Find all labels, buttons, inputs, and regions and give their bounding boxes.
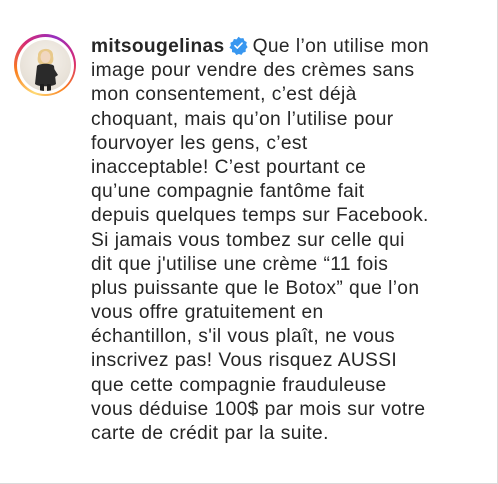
profile-person-icon xyxy=(34,48,58,91)
post-caption: mitsougelinas Que l’on utilise mon image … xyxy=(91,35,489,446)
caption-line-11: plus puissante que le Botox” que l’on xyxy=(91,277,420,299)
caption-line-5: fourvoyer les gens, c’est xyxy=(91,132,308,154)
verified-badge-icon xyxy=(228,36,248,55)
caption-text: Que l’on utilise mon xyxy=(252,36,429,57)
caption-line-15: que cette compagnie frauduleuse xyxy=(91,374,387,396)
caption-line-1: mitsougelinas Que l’on utilise mon xyxy=(91,35,489,59)
caption-line-9: Si jamais vous tombez sur celle qui xyxy=(91,229,405,251)
caption-line-2: image pour vendre des crèmes sans xyxy=(91,60,415,82)
avatar[interactable] xyxy=(14,34,76,96)
caption-line-3: mon consentement, c’est déjà xyxy=(91,84,357,106)
caption-line-10: dit que j'utilise une crème “11 fois xyxy=(91,253,389,275)
caption-line-16: vous déduise 100$ par mois sur votre xyxy=(91,398,426,420)
caption-line-12: vous offre gratuitement en xyxy=(91,302,324,324)
comment-panel: mitsougelinas Que l’on utilise mon image … xyxy=(0,0,498,484)
caption-line-4: choquant, mais qu’on l’utilise pour xyxy=(91,108,394,130)
caption-line-6: inacceptable! C’est pourtant ce xyxy=(91,156,367,178)
profile-photo xyxy=(19,39,71,91)
caption-line-14: inscrivez pas! Vous risquez AUSSI xyxy=(91,350,398,372)
username-link[interactable]: mitsougelinas xyxy=(91,36,225,57)
caption-line-8: depuis quelques temps sur Facebook. xyxy=(91,205,429,227)
caption-line-7: qu’une compagnie fantôme fait xyxy=(91,181,365,203)
story-ring-gap xyxy=(16,36,74,94)
caption-line-13: échantillon, s'il vous plaît, ne vous xyxy=(91,326,395,348)
caption-line-17: carte de crédit par la suite. xyxy=(91,423,329,444)
